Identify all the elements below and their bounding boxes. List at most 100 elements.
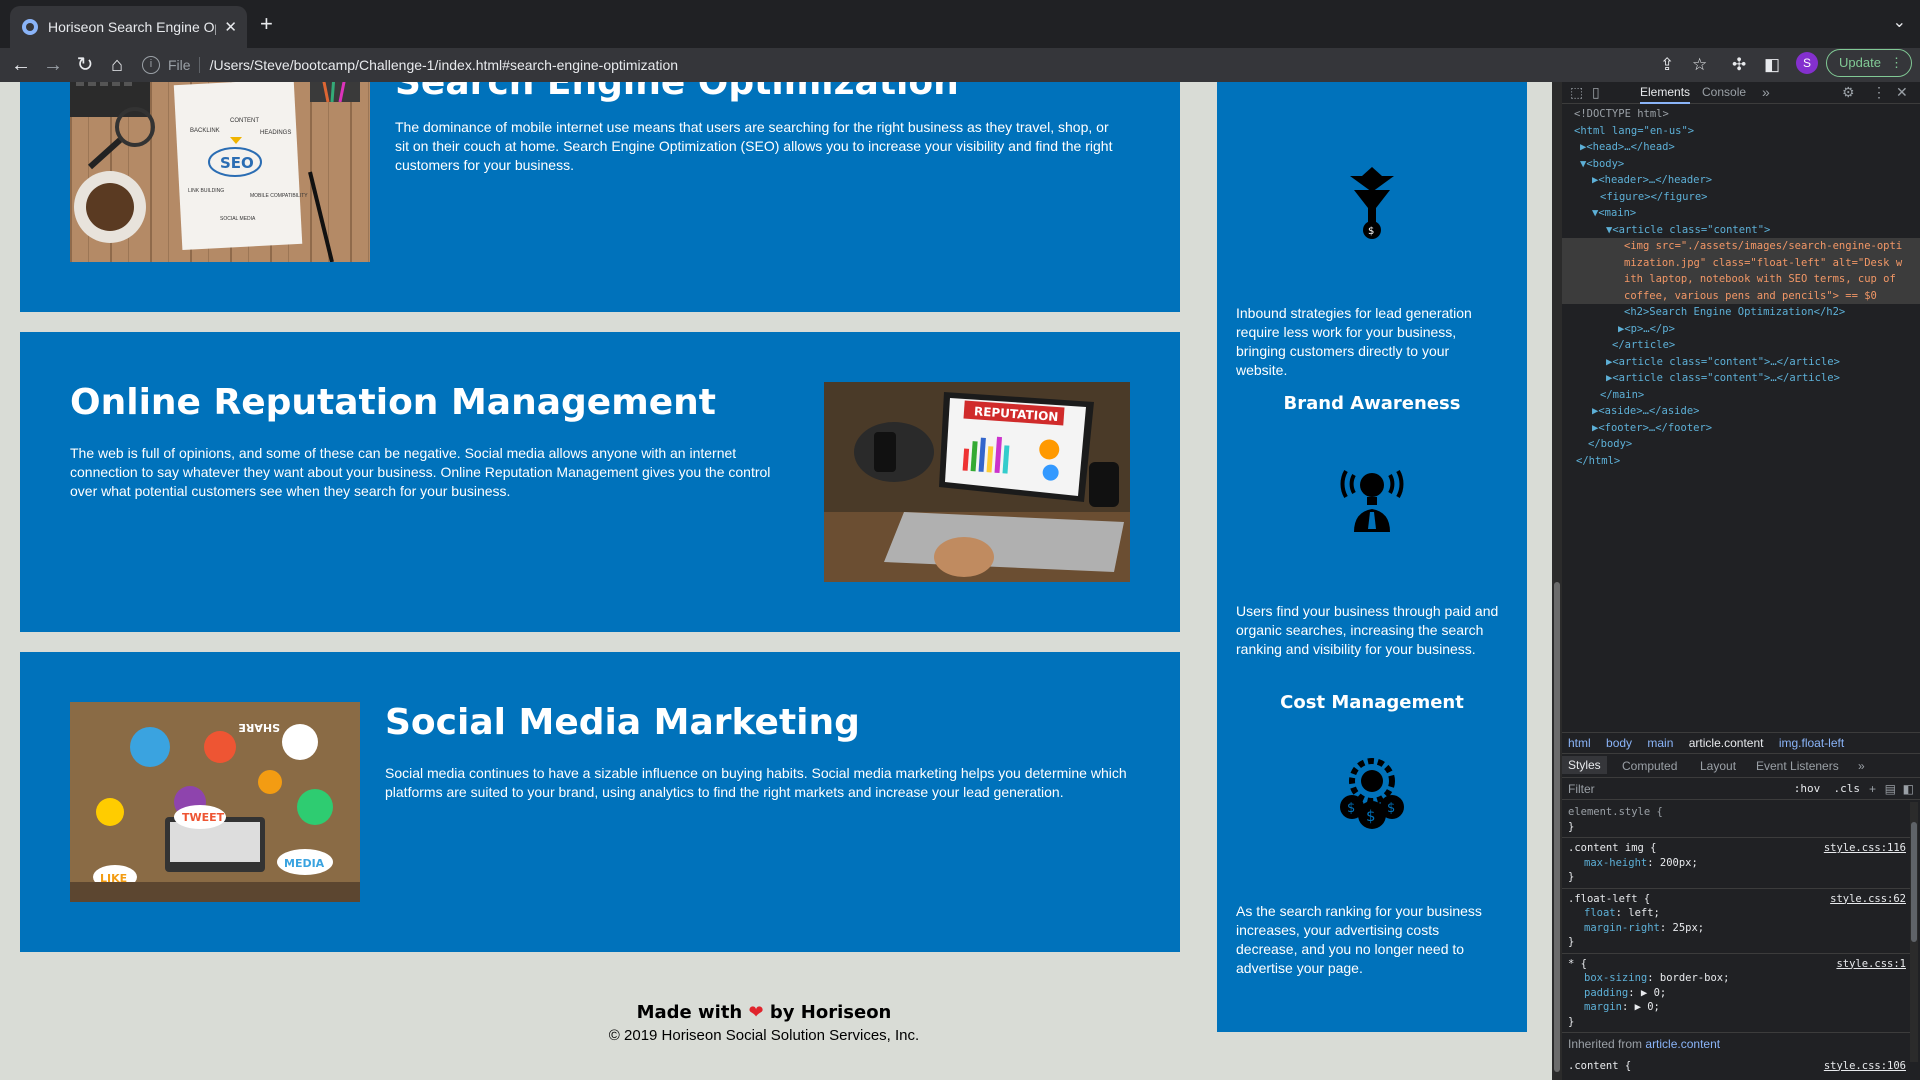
url-text[interactable]: /Users/Steve/bootcamp/Challenge-1/index.… — [210, 57, 678, 73]
profile-avatar[interactable]: S — [1796, 52, 1818, 74]
smm-text: Social media continues to have a sizable… — [385, 765, 1127, 800]
benefits-aside: $ Inbound strategies for lead generation… — [1217, 82, 1527, 1032]
style-rule: element.style { } — [1562, 802, 1910, 838]
breadcrumb-item[interactable]: article.content — [1689, 736, 1764, 750]
dom-node[interactable]: ▼<main> — [1562, 205, 1920, 222]
dom-node[interactable]: ▶<article class="content">…</article> — [1562, 354, 1920, 371]
new-rule-icon[interactable]: + — [1869, 778, 1876, 800]
dom-node[interactable]: ▶<aside>…</aside> — [1562, 403, 1920, 420]
home-icon[interactable]: ⌂ — [104, 52, 130, 78]
dom-node[interactable]: </article> — [1562, 337, 1920, 354]
address-separator — [198, 57, 200, 73]
dom-node[interactable]: ▼<body> — [1562, 156, 1920, 173]
close-devtools-icon[interactable]: ✕ — [1896, 84, 1908, 101]
rule-close: } — [1568, 871, 1575, 883]
rule-close: } — [1568, 820, 1575, 833]
tab-layout[interactable]: Layout — [1700, 759, 1736, 773]
tab-search-chevron-icon[interactable]: ⌄ — [1893, 12, 1906, 32]
styles-filter[interactable]: Filter :hov .cls + ▤ ◧ — [1562, 778, 1920, 800]
rule-selector[interactable]: element.style { — [1568, 805, 1904, 820]
rule-source-link[interactable]: style.css:116 — [1824, 841, 1906, 856]
settings-gear-icon[interactable]: ⚙ — [1842, 84, 1855, 101]
css-declaration[interactable]: float: left; — [1568, 906, 1904, 921]
rule-close: } — [1568, 1015, 1575, 1028]
page-scrollbar[interactable] — [1552, 82, 1562, 1080]
css-declaration[interactable]: padding: ▶ 0; — [1568, 986, 1904, 1001]
css-value: ▶ 0; — [1634, 1001, 1660, 1013]
css-declaration[interactable]: box-sizing: border-box; — [1568, 971, 1904, 986]
dom-node[interactable]: </body> — [1562, 436, 1920, 453]
device-toolbar-icon[interactable]: ▯ — [1592, 84, 1600, 101]
hov-toggle[interactable]: :hov — [1794, 782, 1821, 795]
dom-node[interactable]: <figure></figure> — [1562, 189, 1920, 206]
smm-image-word: MEDIA — [284, 857, 325, 870]
dom-node[interactable]: <html lang="en-us"> — [1562, 123, 1920, 140]
devtools-menu-icon[interactable]: ⋮ — [1872, 84, 1886, 101]
breadcrumb-item[interactable]: html — [1568, 736, 1591, 750]
new-tab-button[interactable]: + — [260, 12, 273, 36]
styles-scrollbar[interactable] — [1910, 802, 1918, 1062]
site-info-icon[interactable]: i — [142, 56, 160, 74]
dom-node[interactable]: ▶<article class="content">…</article> — [1562, 370, 1920, 387]
share-icon[interactable]: ⇪ — [1660, 53, 1674, 77]
dom-node-selected[interactable]: <img src="./assets/images/search-engine-… — [1562, 238, 1920, 255]
sidebar-toggle-icon[interactable]: ◧ — [1903, 778, 1914, 800]
dom-node[interactable]: </html> — [1562, 453, 1920, 470]
dom-node[interactable]: ▶<head>…</head> — [1562, 139, 1920, 156]
address-bar[interactable]: i File /Users/Steve/bootcamp/Challenge-1… — [142, 50, 1672, 80]
dom-node[interactable]: ▶<header>…</header> — [1562, 172, 1920, 189]
dom-node[interactable]: ▼<article class="content"> — [1562, 222, 1920, 239]
tab-computed[interactable]: Computed — [1622, 759, 1677, 773]
paint-icon[interactable]: ▤ — [1885, 778, 1896, 800]
css-declaration[interactable]: margin-right: 25px; — [1568, 921, 1904, 936]
styles-scrollbar-thumb[interactable] — [1911, 822, 1917, 942]
page-scrollbar-thumb[interactable] — [1554, 582, 1560, 1072]
dom-node-selected[interactable]: mization.jpg" class="float-left" alt="De… — [1562, 254, 1920, 271]
brand-awareness-heading: Brand Awareness — [1283, 393, 1461, 414]
side-panel-icon[interactable]: ◧ — [1764, 53, 1780, 77]
bookmark-star-icon[interactable]: ☆ — [1692, 53, 1707, 77]
cost-management-icon: $ $ $ — [1332, 755, 1412, 835]
inspect-element-icon[interactable]: ⬚ — [1570, 84, 1583, 101]
breadcrumb-item[interactable]: main — [1647, 736, 1673, 750]
css-value: left; — [1628, 907, 1660, 919]
back-arrow-icon[interactable]: ← — [8, 52, 34, 78]
dom-breadcrumb: html body main article.content img.float… — [1562, 732, 1920, 754]
extensions-puzzle-icon[interactable]: ✣ — [1732, 53, 1746, 77]
filter-input[interactable]: Filter — [1568, 782, 1595, 796]
close-tab-icon[interactable]: ✕ — [224, 18, 237, 36]
dom-node-selected[interactable]: ith laptop, notebook with SEO terms, cup… — [1562, 271, 1920, 288]
breadcrumb-item[interactable]: body — [1606, 736, 1632, 750]
forward-arrow-icon[interactable]: → — [40, 52, 66, 78]
more-style-tabs-icon[interactable]: » — [1858, 759, 1865, 773]
dom-node[interactable]: ▶<p>…</p> — [1562, 321, 1920, 338]
dom-node[interactable]: <!DOCTYPE html> — [1562, 106, 1920, 123]
more-menu-icon[interactable]: ⋮ — [1890, 50, 1903, 76]
rule-source-link[interactable]: style.css:1 — [1836, 957, 1906, 972]
css-property: box-sizing — [1584, 972, 1648, 984]
tab-event-listeners[interactable]: Event Listeners — [1756, 759, 1839, 773]
css-property: margin — [1584, 1001, 1622, 1013]
breadcrumb-item[interactable]: img.float-left — [1779, 736, 1844, 750]
css-declaration[interactable]: margin: ▶ 0; — [1568, 1000, 1904, 1015]
dom-node[interactable]: <h2>Search Engine Optimization</h2> — [1562, 304, 1920, 321]
devtools-panel: ⬚ ▯ Elements Console » ⚙ ⋮ ✕ <!DOCTYPE h… — [1562, 82, 1920, 1080]
tab-elements[interactable]: Elements — [1640, 85, 1691, 104]
rule-source-link[interactable]: style.css:106 — [1824, 1059, 1906, 1074]
css-property: float — [1584, 907, 1616, 919]
update-button[interactable]: Update ⋮ — [1826, 49, 1912, 77]
more-tabs-icon[interactable]: » — [1762, 84, 1770, 100]
dom-node-selected[interactable]: coffee, various pens and pencils"> == $0 — [1562, 287, 1920, 304]
tab-console[interactable]: Console — [1702, 85, 1746, 99]
inherited-source[interactable]: article.content — [1645, 1037, 1720, 1051]
browser-tab[interactable]: Horiseon Search Engine Optim ✕ — [10, 6, 247, 48]
dom-node[interactable]: ▶<footer>…</footer> — [1562, 420, 1920, 437]
reload-icon[interactable]: ↻ — [72, 52, 98, 78]
tab-styles[interactable]: Styles — [1562, 756, 1607, 774]
rule-source-link[interactable]: style.css:62 — [1830, 892, 1906, 907]
cls-toggle[interactable]: .cls — [1834, 782, 1861, 795]
css-declaration[interactable]: max-height: 200px; — [1568, 856, 1904, 871]
cost-management-text: As the search ranking for your business … — [1236, 903, 1482, 976]
css-property: margin-right — [1584, 921, 1660, 934]
dom-node[interactable]: </main> — [1562, 387, 1920, 404]
